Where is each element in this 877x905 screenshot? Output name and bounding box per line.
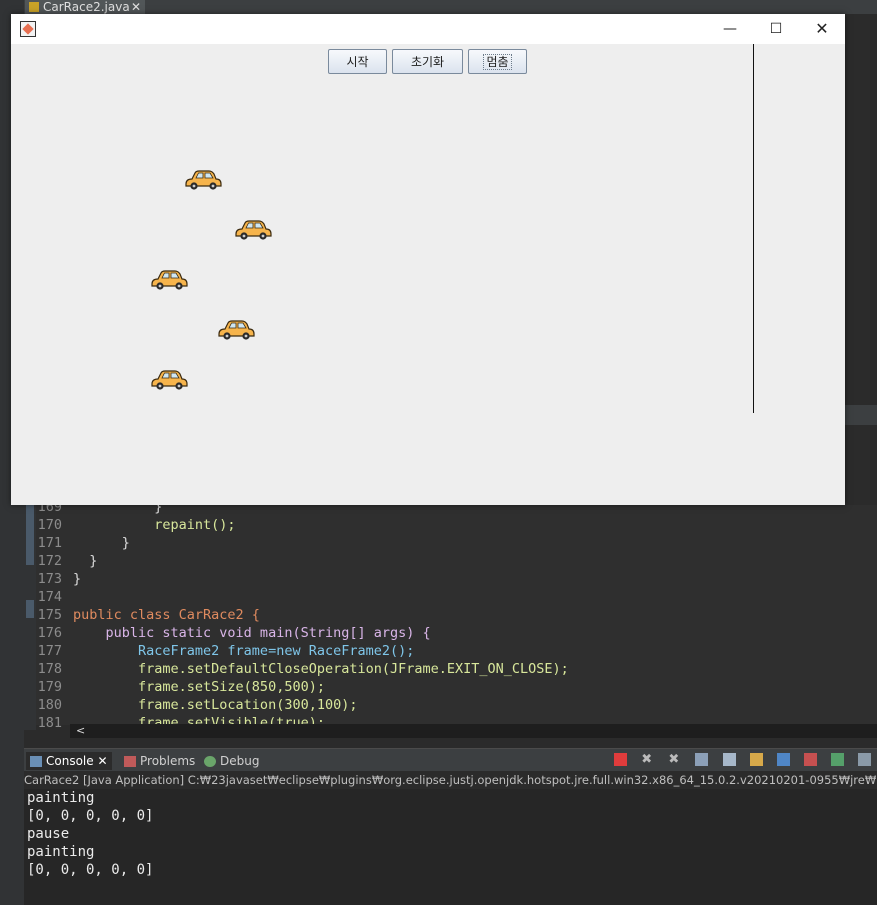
editor-tab-label: CarRace2.java <box>43 0 130 14</box>
stop-button-label: 멈춤 <box>483 54 512 70</box>
car-3-icon <box>149 269 189 291</box>
code-line: } <box>73 553 98 569</box>
close-button[interactable]: ✕ <box>799 14 845 44</box>
reset-button[interactable]: 초기화 <box>392 49 463 74</box>
console-output: painting [0, 0, 0, 0, 0] pause painting … <box>24 789 877 905</box>
console-launch-info: CarRace2 [Java Application] C:₩23javaset… <box>24 771 877 789</box>
pin-console-icon[interactable] <box>830 753 844 766</box>
line-number: 174 <box>37 589 62 605</box>
stop-button[interactable]: 멈춤 <box>468 49 527 74</box>
problems-icon <box>124 756 136 767</box>
start-button[interactable]: 시작 <box>328 49 387 74</box>
code-line: frame.setSize(850,500); <box>73 679 325 695</box>
horizontal-scrollbar[interactable]: < <box>70 724 877 738</box>
line-number: 179 <box>37 679 62 695</box>
console-line: [0, 0, 0, 0, 0] <box>27 808 154 824</box>
line-number: 171 <box>37 535 62 551</box>
remove-launch-icon[interactable]: ✖ <box>641 753 654 766</box>
line-number: 180 <box>37 697 62 713</box>
tab-debug-label: Debug <box>220 754 260 768</box>
terminate-icon[interactable] <box>614 753 628 766</box>
editor-ruler <box>24 505 36 730</box>
side-panel-strip <box>845 405 877 425</box>
minimize-button[interactable]: — <box>707 14 753 44</box>
car-4-icon <box>216 319 256 341</box>
line-number: 173 <box>37 571 62 587</box>
code-line: public class CarRace2 { <box>73 607 260 623</box>
car-2-icon <box>233 219 273 241</box>
remove-all-icon[interactable]: ✖ <box>668 753 681 766</box>
line-number: 177 <box>37 643 62 659</box>
java-app-icon <box>20 21 36 37</box>
debug-icon <box>204 756 216 767</box>
console-toolbar: ✖ ✖ <box>605 753 877 772</box>
editor-tab-carrace2[interactable]: CarRace2.java ✕ <box>25 0 145 14</box>
scroll-left-arrow[interactable]: < <box>76 724 85 737</box>
line-number: 181 <box>37 715 62 731</box>
tab-problems[interactable]: Problems <box>120 752 195 770</box>
maximize-button[interactable]: ☐ <box>753 14 799 44</box>
console-line: [0, 0, 0, 0, 0] <box>27 862 154 878</box>
console-line: painting <box>27 790 95 806</box>
code-line: frame.setLocation(300,100); <box>73 697 358 713</box>
car-5-icon <box>149 369 189 391</box>
window-title-bar: — ☐ ✕ <box>11 14 845 44</box>
console-line: painting <box>27 844 95 860</box>
code-line: public static void main(String[] args) { <box>73 625 431 641</box>
show-stdout-icon[interactable] <box>776 753 790 766</box>
display-console-icon[interactable] <box>858 753 871 766</box>
scroll-lock-icon[interactable] <box>722 753 736 766</box>
tab-debug[interactable]: Debug <box>200 752 259 770</box>
code-line: frame.setDefaultCloseOperation(JFrame.EX… <box>73 661 569 677</box>
clear-console-icon[interactable] <box>695 753 709 766</box>
close-console-icon[interactable]: ✕ <box>97 754 107 768</box>
finish-line <box>753 44 754 413</box>
ruler-mark <box>26 600 34 618</box>
show-stderr-icon[interactable] <box>803 753 817 766</box>
ruler-mark <box>26 505 34 565</box>
line-number: 175 <box>37 607 62 623</box>
line-number: 176 <box>37 625 62 641</box>
tab-console-label: Console <box>46 754 94 768</box>
console-icon <box>30 756 42 767</box>
close-tab-icon[interactable]: ✕ <box>131 0 141 14</box>
line-number: 172 <box>37 553 62 569</box>
code-line: } <box>73 535 130 551</box>
console-tab-bar: Console ✕ Problems Debug ✖ ✖ <box>24 748 877 771</box>
car-1-icon <box>183 169 223 191</box>
code-line: RaceFrame2 frame=new RaceFrame2(); <box>73 643 415 659</box>
line-number: 170 <box>37 517 62 533</box>
code-editor[interactable]: 169 } 170 repaint(); 171 } 172 } 173} 17… <box>36 499 877 731</box>
code-line: } <box>73 571 82 587</box>
tab-problems-label: Problems <box>140 754 196 768</box>
console-line: pause <box>27 826 70 842</box>
code-line: repaint(); <box>73 517 236 533</box>
word-wrap-icon[interactable] <box>749 753 763 766</box>
tab-console[interactable]: Console ✕ <box>26 752 112 770</box>
line-number: 178 <box>37 661 62 677</box>
java-file-icon <box>29 2 39 12</box>
race-frame-window: — ☐ ✕ 시작 초기화 멈춤 <box>11 14 845 505</box>
